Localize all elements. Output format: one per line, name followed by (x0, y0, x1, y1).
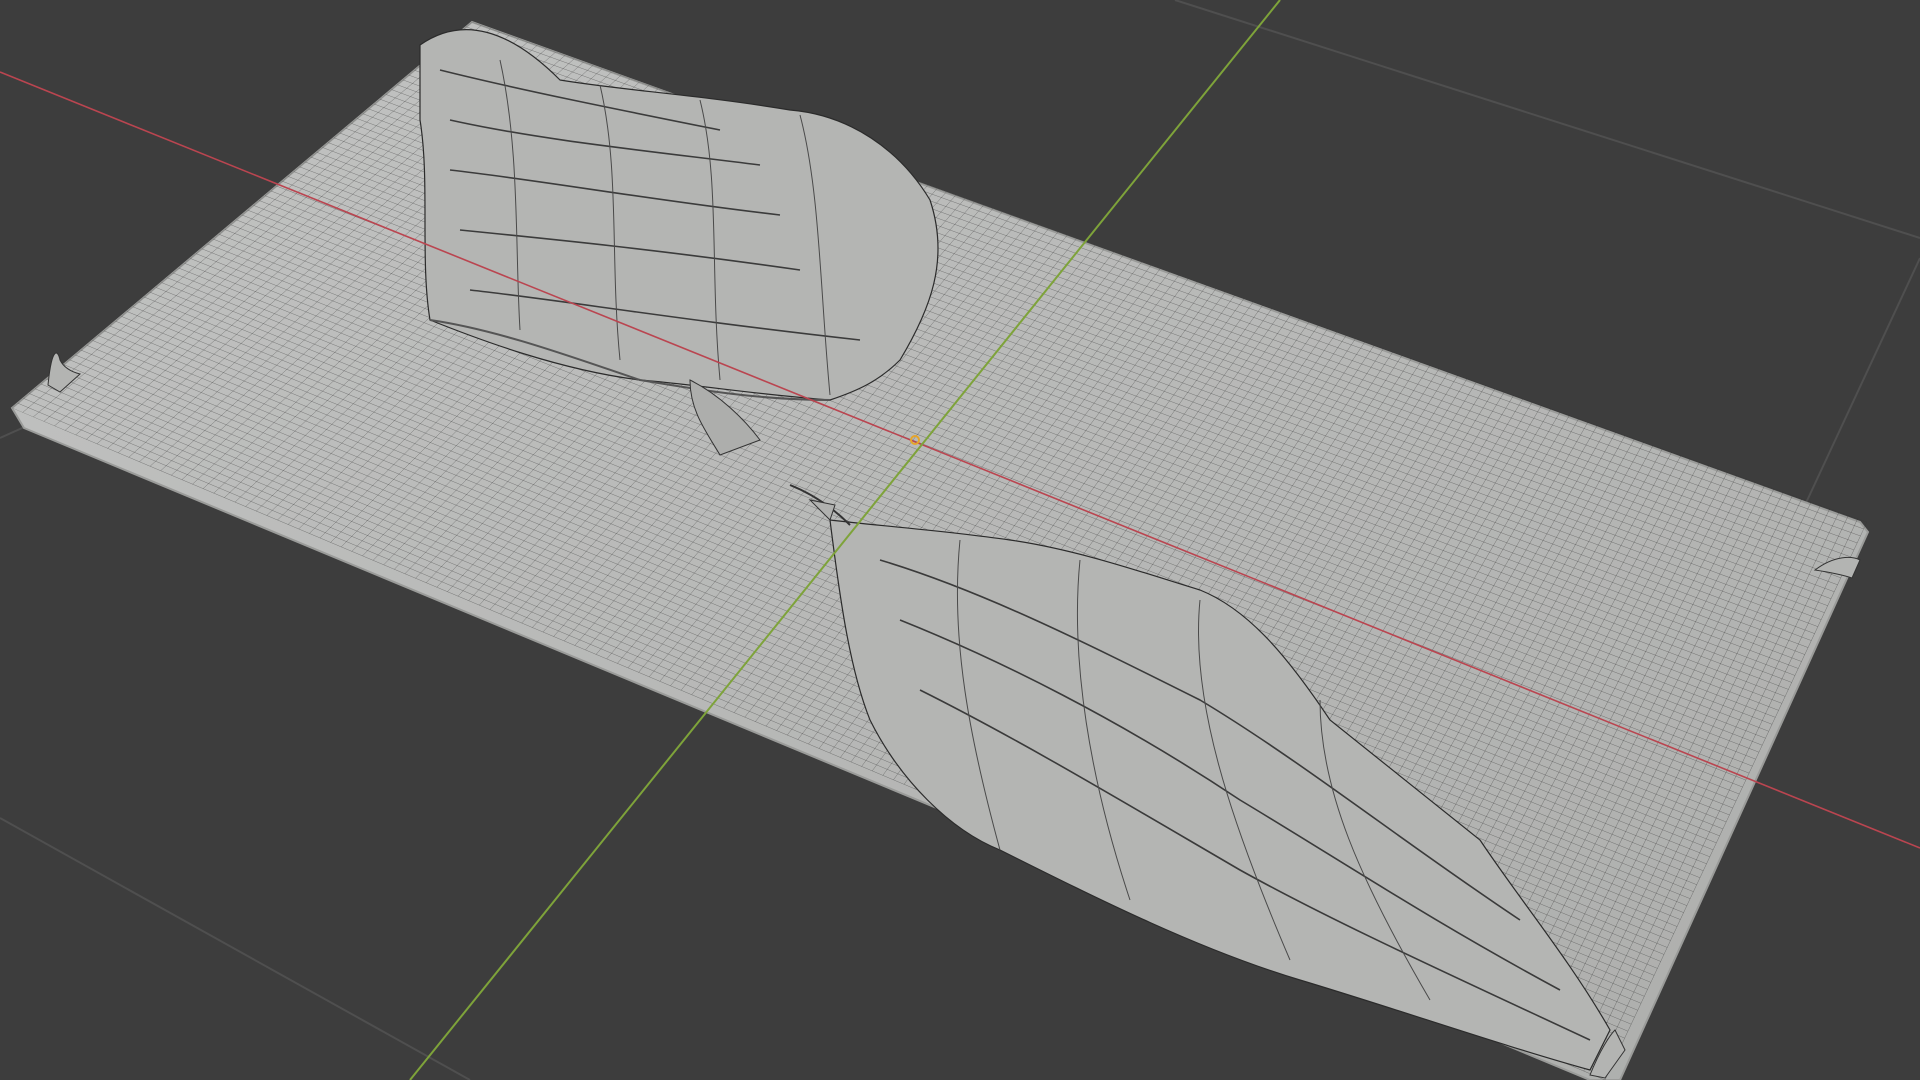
viewport-canvas[interactable] (0, 0, 1920, 1080)
terrain-mesh[interactable] (10, 20, 1870, 1080)
3d-viewport[interactable] (0, 0, 1920, 1080)
